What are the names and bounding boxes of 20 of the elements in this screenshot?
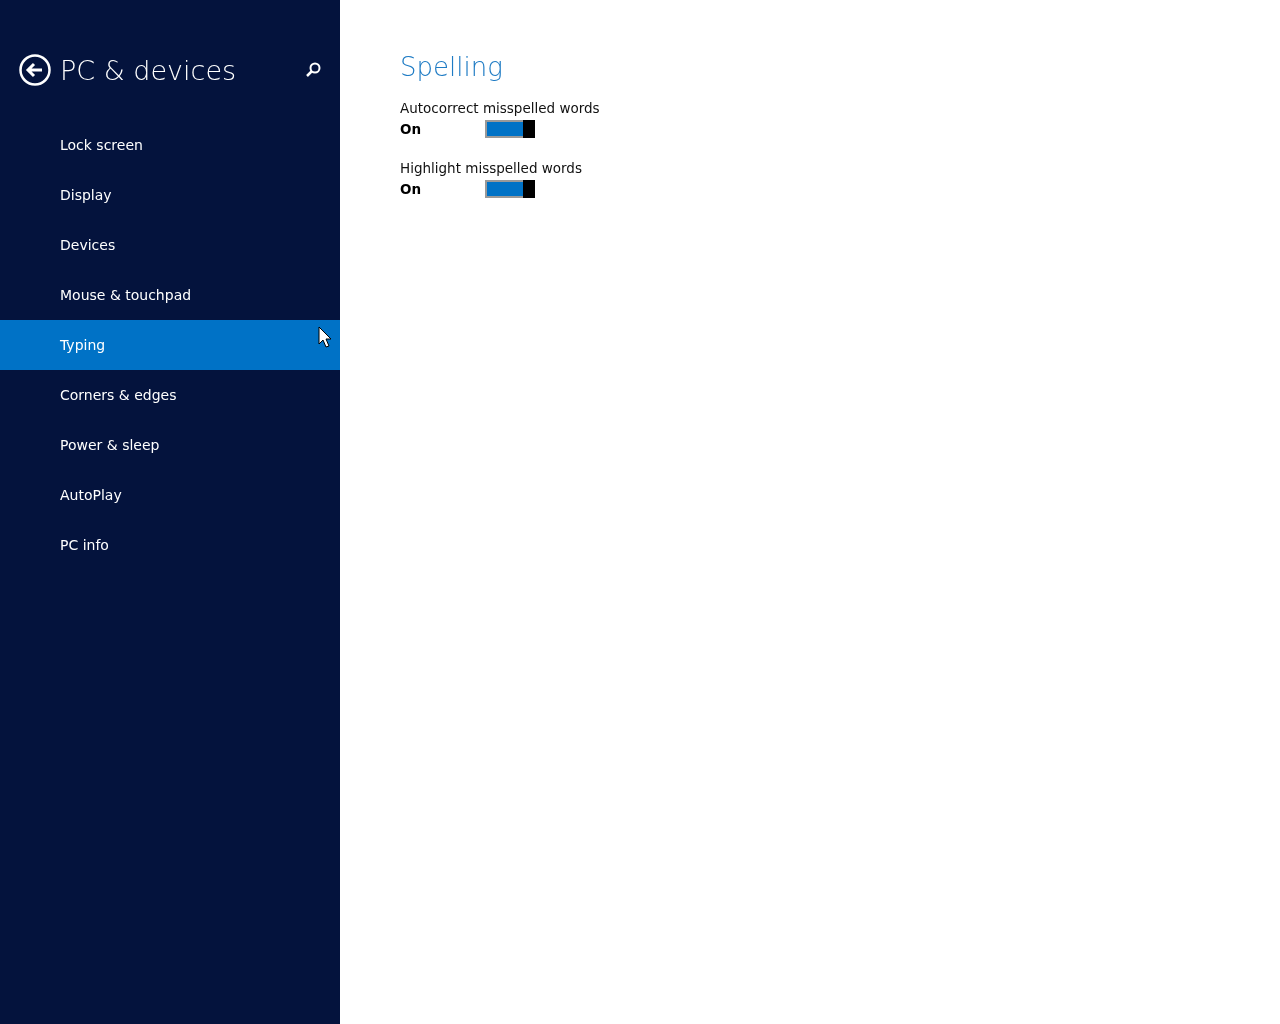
sidebar-item[interactable]: Power & sleep (0, 420, 340, 470)
toggle-state: On (400, 121, 423, 137)
toggle-switch[interactable] (485, 180, 535, 198)
sidebar-item[interactable]: PC info (0, 520, 340, 570)
back-icon[interactable] (19, 54, 51, 86)
setting-label: Highlight misspelled words (400, 160, 583, 176)
cursor-icon (318, 326, 331, 348)
toggle-state: On (400, 181, 423, 197)
sidebar-item[interactable]: Lock screen (0, 120, 340, 170)
section-heading: Spelling (400, 52, 504, 82)
sidebar-item[interactable]: AutoPlay (0, 470, 340, 520)
sidebar-item[interactable]: Mouse & touchpad (0, 270, 340, 320)
sidebar-item[interactable]: Display (0, 170, 340, 220)
sidebar-item[interactable]: Devices (0, 220, 340, 270)
toggle-switch[interactable] (485, 120, 535, 138)
search-icon[interactable] (304, 61, 322, 79)
sidebar-item[interactable]: Typing (0, 320, 340, 370)
sidebar-item[interactable]: Corners & edges (0, 370, 340, 420)
setting-label: Autocorrect misspelled words (400, 100, 601, 116)
sidebar-title: PC & devices (60, 54, 238, 86)
